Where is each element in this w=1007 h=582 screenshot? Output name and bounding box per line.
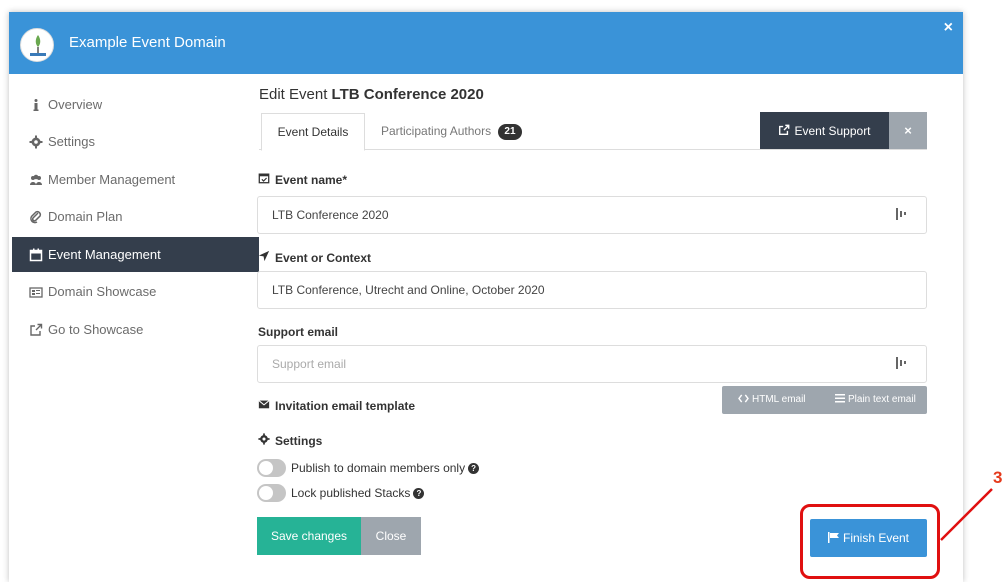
html-email-option[interactable]: HTML email — [738, 394, 806, 405]
sidebar-item-go-to-showcase[interactable]: Go to Showcase — [12, 312, 259, 347]
tab-label: Participating Authors — [381, 124, 492, 138]
sidebar-item-settings[interactable]: Settings — [12, 124, 259, 159]
annotation-highlight-box — [800, 504, 940, 579]
html-email-label: HTML email — [752, 394, 806, 405]
event-support-button[interactable]: Event Support — [760, 112, 889, 149]
publish-members-only-switch[interactable] — [257, 459, 286, 477]
lock-published-stacks-switch[interactable] — [257, 484, 286, 502]
external-link-icon — [29, 323, 43, 337]
sidebar-item-label: Go to Showcase — [48, 322, 144, 337]
calendar-check-icon — [258, 172, 271, 187]
settings-section-label: Settings — [258, 433, 322, 448]
authors-count-badge: 21 — [498, 123, 522, 140]
sidebar-item-label: Overview — [48, 97, 103, 112]
invitation-template-label: Invitation email template — [258, 398, 415, 413]
external-link-icon — [779, 124, 790, 135]
lock-published-stacks-label: Lock published Stacks? — [291, 486, 425, 500]
help-icon[interactable]: ? — [468, 463, 480, 474]
support-email-input[interactable] — [257, 345, 927, 383]
event-name-label: Event name* — [258, 172, 347, 187]
variables-icon[interactable] — [896, 357, 906, 372]
save-changes-button[interactable]: Save changes — [257, 517, 361, 555]
gear-icon — [29, 135, 43, 149]
tab-event-details[interactable]: Event Details — [261, 113, 365, 151]
sidebar-item-label: Event Management — [48, 247, 161, 262]
publish-members-only-label: Publish to domain members only? — [291, 461, 480, 475]
header-title: Example Event Domain — [69, 34, 226, 51]
publish-members-only-text: Publish to domain members only — [291, 461, 466, 475]
calendar-icon — [29, 248, 43, 262]
location-arrow-icon — [258, 250, 271, 265]
invitation-template-label-text: Invitation email template — [275, 399, 416, 413]
annotation-step-number: 3 — [993, 468, 1003, 487]
sidebar-item-overview[interactable]: Overview — [12, 87, 259, 122]
plain-text-email-option[interactable]: Plain text email — [835, 394, 916, 405]
event-name-label-text: Event name* — [275, 173, 348, 187]
lines-icon — [835, 394, 845, 403]
code-icon — [738, 394, 749, 403]
sidebar-item-label: Domain Plan — [48, 209, 123, 224]
envelope-icon — [258, 398, 271, 413]
tab-participating-authors[interactable]: Participating Authors 21 — [371, 113, 532, 151]
event-support-label: Event Support — [794, 123, 871, 138]
sidebar-item-label: Settings — [48, 134, 95, 149]
plain-text-email-label: Plain text email — [848, 394, 916, 405]
email-format-toggle: HTML email Plain text email — [722, 386, 927, 414]
sidebar-item-member-management[interactable]: Member Management — [12, 162, 259, 197]
sidebar-item-event-management[interactable]: Event Management — [12, 237, 259, 272]
event-context-label-text: Event or Context — [275, 251, 372, 265]
gear-icon — [258, 433, 271, 448]
sidebar-item-domain-plan[interactable]: Domain Plan — [12, 199, 259, 234]
page-title-prefix: Edit Event — [259, 86, 328, 103]
event-support-close-button[interactable]: × — [889, 112, 927, 149]
modal-header: Example Event Domain × — [9, 12, 963, 74]
event-name-input[interactable] — [257, 196, 927, 234]
sidebar-item-label: Domain Showcase — [48, 284, 157, 299]
showcase-icon — [29, 285, 43, 299]
modal-close-icon[interactable]: × — [944, 19, 953, 37]
sidebar-item-domain-showcase[interactable]: Domain Showcase — [12, 274, 259, 309]
lock-published-stacks-text: Lock published Stacks — [291, 486, 411, 500]
domain-logo — [20, 28, 54, 62]
event-title: LTB Conference 2020 — [331, 86, 484, 103]
users-icon — [29, 173, 43, 187]
event-context-label: Event or Context — [258, 250, 371, 265]
close-button[interactable]: Close — [361, 517, 421, 555]
tab-label: Event Details — [277, 125, 349, 139]
variables-icon[interactable] — [896, 208, 906, 223]
help-icon[interactable]: ? — [413, 488, 425, 499]
event-context-input[interactable] — [257, 271, 927, 309]
paperclip-icon — [29, 210, 43, 224]
settings-label-text: Settings — [275, 434, 323, 448]
support-email-label: Support email — [258, 325, 339, 339]
sidebar-item-label: Member Management — [48, 172, 176, 187]
info-icon — [29, 98, 43, 112]
page-title: Edit Event LTB Conference 2020 — [259, 86, 484, 103]
